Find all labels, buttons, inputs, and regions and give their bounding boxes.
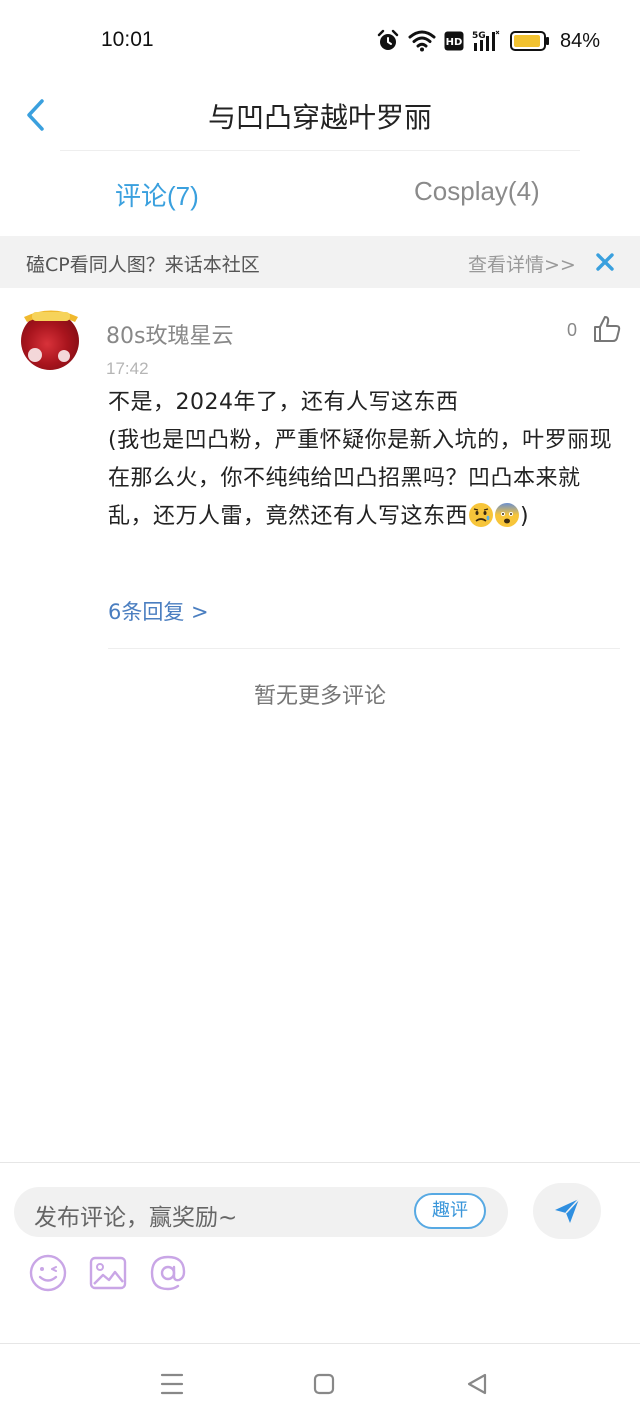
nav-back-button[interactable]	[461, 1369, 493, 1399]
svg-text:5G: 5G	[472, 31, 486, 41]
replies-link[interactable]: 6条回复 >	[108, 596, 209, 626]
comment-input[interactable]: 发布评论，赢奖励~ 趣评	[14, 1187, 508, 1237]
emoji-button[interactable]	[28, 1253, 68, 1293]
at-icon	[150, 1255, 186, 1291]
thumbs-up-icon	[594, 316, 621, 342]
no-more-comments: 暂无更多评论	[253, 684, 386, 709]
comment-divider	[108, 648, 620, 649]
image-button[interactable]	[88, 1253, 128, 1293]
back-triangle-icon	[467, 1373, 487, 1395]
avatar-decoration	[28, 348, 42, 362]
page-title: 与凹凸穿越叶罗丽	[207, 101, 432, 134]
comment-input-panel: 发布评论，赢奖励~ 趣评	[0, 1162, 640, 1344]
nav-menu-button[interactable]	[156, 1369, 188, 1399]
tab-comments[interactable]: 评论(7)	[115, 176, 199, 213]
status-bar: 10:01 HD 5G 84%	[0, 0, 640, 80]
tab-bar: 评论(7) Cosplay(4)	[0, 154, 640, 236]
avatar-badge-icon	[24, 310, 78, 322]
comment-input-placeholder: 发布评论，赢奖励~	[34, 1205, 238, 1231]
comment-text: 不是，2024年了，还有人写这东西 (我也是凹凸粉，严重怀疑你是新入坑的，叶罗丽…	[108, 390, 613, 529]
comment-item: 80s玫瑰星云 17:42 0 不是，2024年了，还有人写这东西 (我也是凹凸…	[0, 288, 640, 650]
status-icons: HD 5G 84%	[376, 26, 600, 56]
battery-icon	[509, 31, 549, 51]
banner-close-button[interactable]	[590, 247, 620, 277]
emoji-icon	[29, 1254, 67, 1292]
comment-username[interactable]: 80s玫瑰星云	[106, 318, 233, 350]
input-tools	[28, 1253, 188, 1293]
wifi-icon	[408, 30, 436, 52]
mention-button[interactable]	[148, 1253, 188, 1293]
avatar-decoration	[58, 350, 70, 362]
system-nav-bar	[0, 1345, 640, 1422]
svg-text:HD: HD	[446, 37, 463, 48]
image-icon	[89, 1256, 127, 1290]
home-icon	[313, 1373, 335, 1395]
like-button[interactable]	[592, 314, 622, 344]
5g-signal-icon: 5G	[472, 30, 500, 51]
like-count: 0	[567, 320, 578, 340]
comment-text-end: )	[520, 504, 530, 529]
header: 与凹凸穿越叶罗丽	[0, 80, 640, 152]
sad-face-emoji	[469, 503, 494, 527]
quping-button[interactable]: 趣评	[414, 1193, 486, 1229]
comment-time: 17:42	[106, 359, 149, 378]
banner-details-link[interactable]: 查看详情>>	[468, 250, 576, 277]
comment-body: 不是，2024年了，还有人写这东西 (我也是凹凸粉，严重怀疑你是新入坑的，叶罗丽…	[108, 384, 618, 536]
send-button[interactable]	[533, 1183, 601, 1239]
close-icon	[596, 253, 614, 271]
status-time: 10:01	[101, 28, 154, 51]
avatar[interactable]	[20, 310, 80, 370]
nav-home-button[interactable]	[308, 1369, 340, 1399]
tab-cosplay[interactable]: Cosplay(4)	[414, 176, 540, 207]
send-icon	[555, 1198, 580, 1223]
battery-percent: 84%	[559, 29, 600, 52]
menu-icon	[160, 1373, 184, 1395]
hd-icon: HD	[444, 31, 464, 51]
banner-text: 磕CP看同人图？来话本社区	[26, 254, 260, 276]
header-divider	[60, 150, 580, 151]
promo-banner: 磕CP看同人图？来话本社区 查看详情>>	[0, 236, 640, 288]
fearful-face-emoji	[495, 503, 520, 527]
alarm-icon	[377, 29, 399, 50]
